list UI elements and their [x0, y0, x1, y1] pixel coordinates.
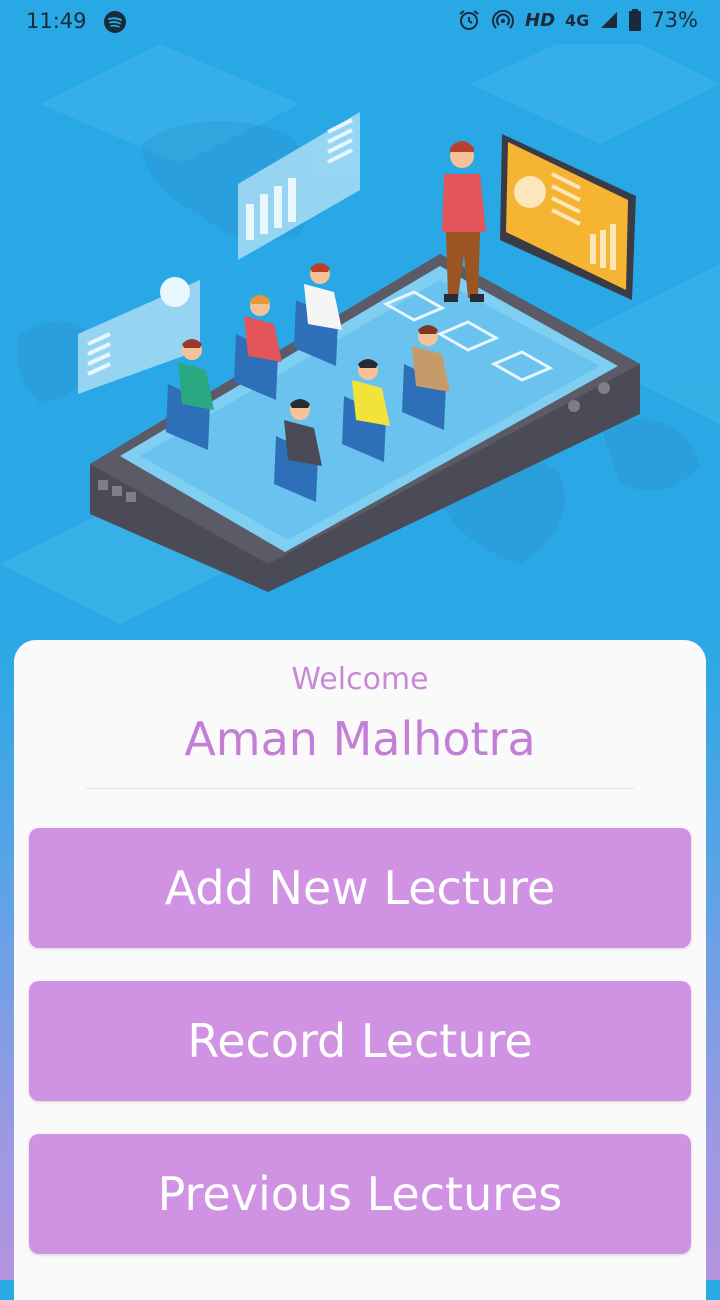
hero-illustration	[0, 44, 720, 624]
record-lecture-button[interactable]: Record Lecture	[29, 981, 691, 1101]
signal-icon	[601, 12, 618, 28]
spotify-icon	[104, 11, 126, 33]
status-icons: HD 4G 73%	[457, 8, 698, 32]
signal-type: 4G	[565, 10, 590, 30]
add-new-lecture-button[interactable]: Add New Lecture	[29, 828, 691, 948]
hotspot-icon	[492, 9, 515, 29]
battery-icon	[629, 9, 642, 31]
battery-percent: 73%	[651, 8, 698, 32]
user-name: Aman Malhotra	[184, 712, 536, 766]
status-time: 11:49	[26, 9, 87, 33]
divider	[86, 788, 634, 789]
welcome-label: Welcome	[291, 662, 429, 697]
alarm-icon	[459, 10, 479, 30]
welcome-card: Welcome Aman Malhotra Add New Lecture Re…	[14, 640, 706, 1300]
network-label: HD	[525, 9, 556, 31]
student-2	[234, 295, 282, 400]
previous-lectures-button[interactable]: Previous Lectures	[29, 1134, 691, 1254]
presentation-screen	[500, 134, 636, 300]
status-bar: 11:49 HD 4G 73%	[0, 0, 720, 44]
student-3	[294, 263, 342, 366]
